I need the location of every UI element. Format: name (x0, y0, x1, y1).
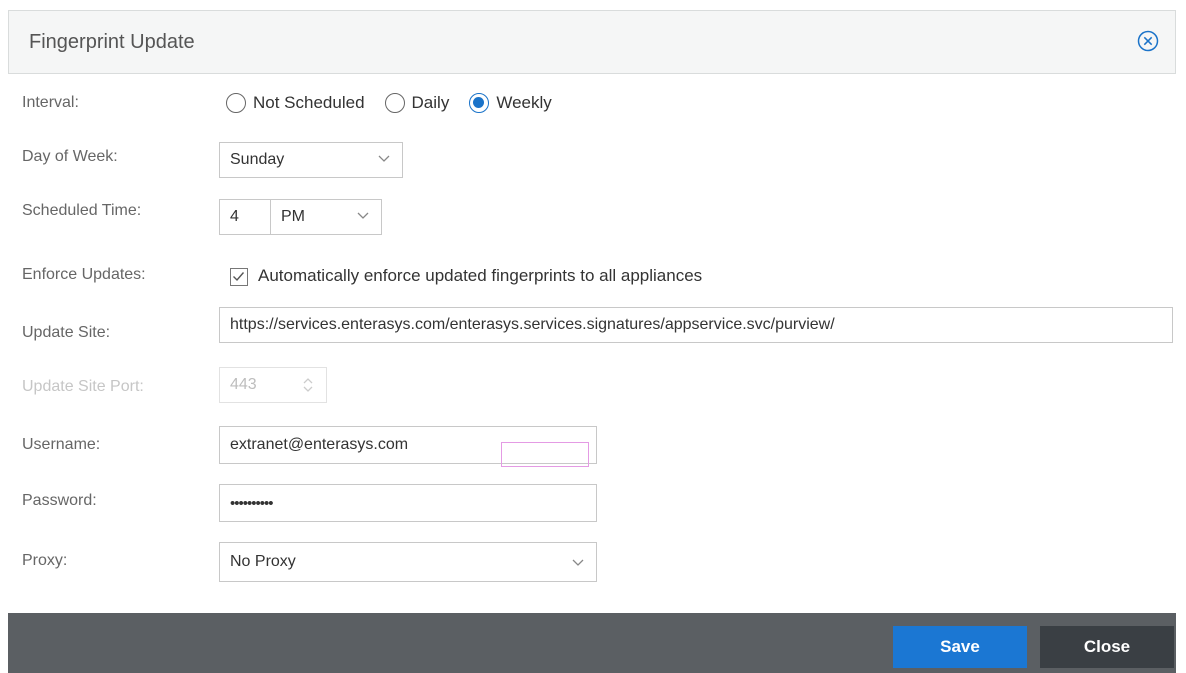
ampm-value: PM (281, 208, 305, 225)
update-site-port-stepper: 443 (219, 367, 327, 403)
day-of-week-select[interactable]: Sunday (219, 142, 403, 178)
chevron-down-icon (572, 559, 584, 566)
username-label: Username: (22, 436, 101, 453)
close-circle-icon[interactable] (1137, 30, 1159, 52)
chevron-down-icon (357, 212, 369, 219)
proxy-value: No Proxy (230, 553, 296, 570)
password-label: Password: (22, 492, 97, 509)
dialog-title: Fingerprint Update (29, 31, 195, 53)
radio-weekly[interactable]: Weekly (469, 93, 552, 113)
update-site-input[interactable]: https://services.enterasys.com/enterasys… (219, 307, 1173, 343)
dialog-titlebar: Fingerprint Update (8, 10, 1176, 74)
update-site-value: https://services.enterasys.com/enterasys… (230, 316, 835, 333)
update-site-label: Update Site: (22, 324, 111, 341)
fingerprint-update-dialog: Fingerprint Update Interval: Not Schedul… (8, 10, 1176, 673)
update-site-port-value: 443 (230, 376, 257, 393)
enforce-updates-checkbox-label: Automatically enforce updated fingerprin… (258, 266, 703, 285)
password-value: •••••••••• (230, 494, 274, 512)
enforce-updates-checkbox[interactable] (230, 268, 248, 286)
enforce-updates-label: Enforce Updates: (22, 266, 146, 283)
checkmark-icon (233, 272, 245, 282)
hour-value: 4 (230, 208, 239, 225)
close-button[interactable]: Close (1040, 626, 1174, 668)
radio-label-not-scheduled: Not Scheduled (253, 93, 365, 112)
password-field[interactable]: •••••••••• (219, 484, 597, 522)
username-value: extranet@enterasys.com (230, 436, 409, 453)
chevron-down-icon (378, 155, 390, 162)
update-site-port-label: Update Site Port: (22, 378, 144, 395)
proxy-label: Proxy: (22, 552, 68, 569)
radio-not-scheduled[interactable]: Not Scheduled (226, 93, 365, 113)
day-of-week-label: Day of Week: (22, 148, 118, 165)
radio-circle-selected[interactable] (469, 93, 490, 113)
save-button[interactable]: Save (893, 626, 1027, 668)
hour-input[interactable]: 4 (219, 199, 271, 235)
radio-daily[interactable]: Daily (384, 93, 450, 113)
scheduled-time-label: Scheduled Time: (22, 202, 142, 219)
ampm-select[interactable]: PM (270, 199, 382, 235)
day-of-week-value: Sunday (230, 151, 285, 168)
proxy-select[interactable]: No Proxy (219, 542, 597, 582)
interval-radio-group: Not Scheduled Daily Weekly (226, 90, 572, 116)
interval-label: Interval: (22, 94, 79, 111)
radio-label-weekly: Weekly (496, 93, 552, 112)
dialog-footer: Save Close (8, 613, 1176, 673)
autofill-overlay (501, 442, 589, 467)
radio-label-daily: Daily (411, 93, 450, 112)
radio-circle[interactable] (226, 93, 246, 113)
stepper-arrows-icon (303, 378, 313, 392)
radio-circle[interactable] (384, 93, 405, 113)
